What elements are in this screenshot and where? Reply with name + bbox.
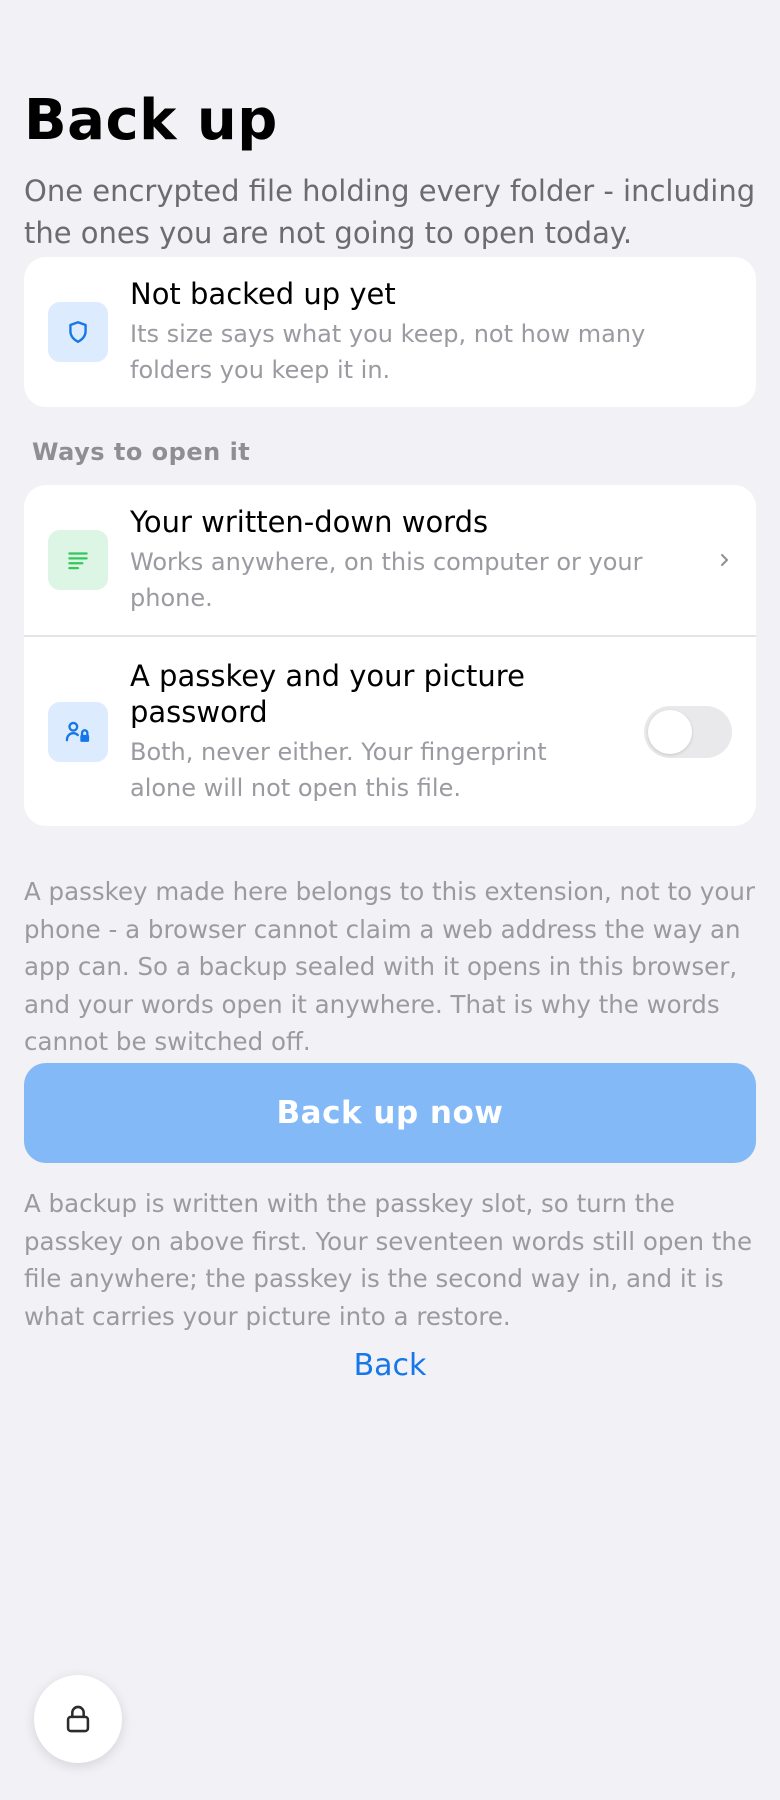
passkey-explanation-note: A passkey made here belongs to this exte… (24, 877, 755, 1056)
passkey-option-title: A passkey and your picture password (130, 658, 525, 729)
backup-status-row: Not backed up yet Its size says what you… (24, 257, 756, 407)
backup-status-title: Not backed up yet (130, 277, 396, 311)
passkey-option-row: A passkey and your picture password Both… (24, 637, 756, 826)
words-option-text: Your written-down words Works anywhere, … (130, 504, 686, 616)
ways-card: Your written-down words Works anywhere, … (24, 485, 756, 826)
page-subtitle: One encrypted file holding every folder … (24, 174, 756, 250)
chevron-right-icon (721, 554, 728, 566)
lock-icon (66, 1705, 90, 1733)
back-up-now-button[interactable]: Back up now (24, 1063, 756, 1163)
ways-section-label: Ways to open it (32, 438, 251, 466)
passkey-option-description: Both, never either. Your fingerprint alo… (130, 737, 547, 802)
page-title: Back up (24, 88, 278, 153)
words-option-description: Works anywhere, on this computer or your… (130, 548, 643, 612)
backup-status-card: Not backed up yet Its size says what you… (24, 257, 756, 407)
lock-button[interactable] (34, 1675, 122, 1763)
backup-requirement-note: A backup is written with the passkey slo… (24, 1189, 753, 1331)
backup-status-description: Its size says what you keep, not how man… (130, 320, 646, 384)
person-lock-icon (48, 701, 108, 762)
toggle-knob (648, 709, 692, 754)
backup-status-text: Not backed up yet Its size says what you… (130, 276, 732, 388)
words-option-row[interactable]: Your written-down words Works anywhere, … (24, 485, 756, 635)
passkey-option-text: A passkey and your picture password Both… (130, 658, 616, 806)
words-option-title: Your written-down words (130, 505, 489, 539)
back-link[interactable]: Back (24, 1347, 756, 1385)
passkey-toggle[interactable] (644, 705, 732, 758)
shield-icon (48, 302, 108, 362)
text-lines-icon (48, 530, 108, 590)
